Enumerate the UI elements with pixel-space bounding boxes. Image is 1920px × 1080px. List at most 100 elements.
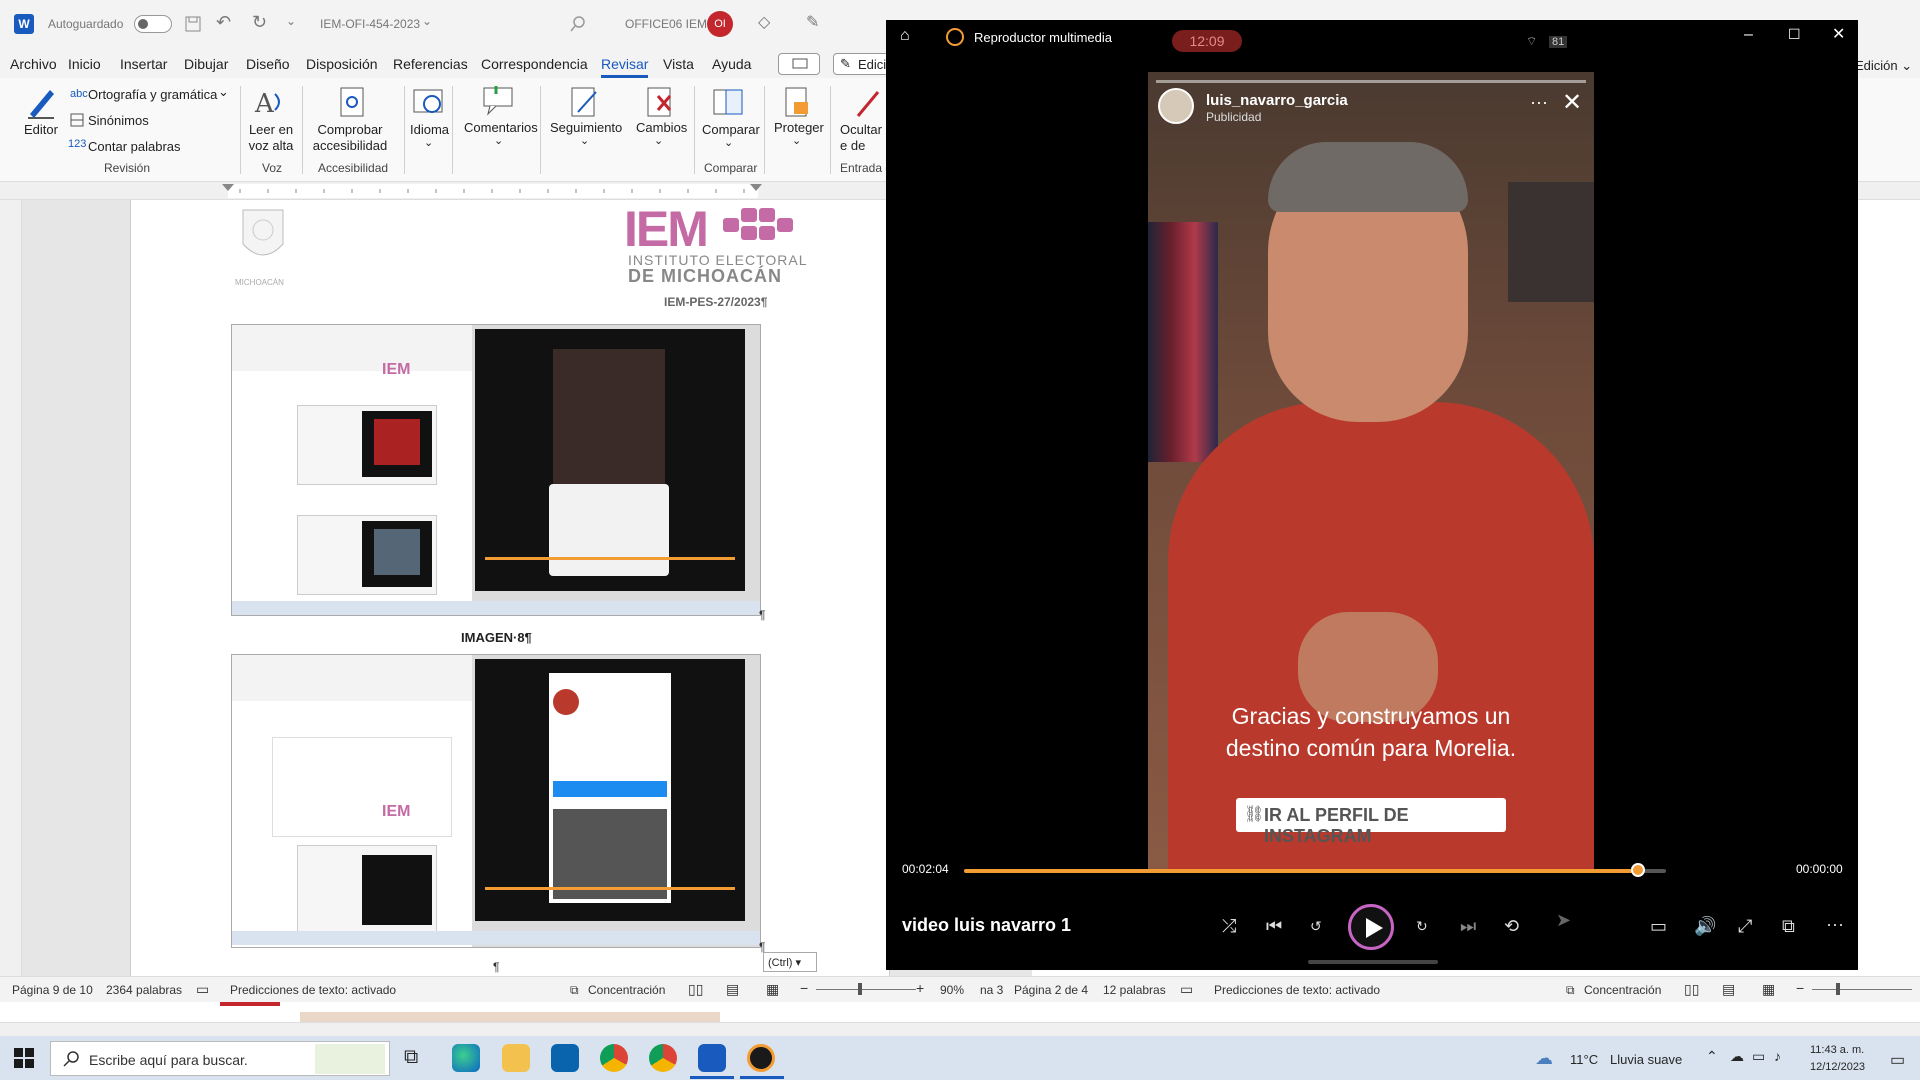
embedded-screenshot-image[interactable]: IEM <box>231 654 761 948</box>
zoom-out-icon[interactable]: − <box>800 980 808 996</box>
forward-30-icon[interactable]: ↻ <box>1416 918 1428 935</box>
notification-icon[interactable]: ▭ <box>1890 1050 1905 1070</box>
horizontal-scrollbar[interactable] <box>0 1022 1920 1036</box>
hide-ink-button[interactable]: Ocultar e de láp <box>840 122 886 156</box>
paste-options-button[interactable]: (Ctrl) ▾ <box>763 952 817 972</box>
comments-group-button[interactable]: Comentarios <box>464 120 538 135</box>
search-icon[interactable] <box>570 16 586 32</box>
compare-dropdown-icon[interactable]: ⌄ <box>724 136 733 149</box>
text-predictions-2[interactable]: Predicciones de texto: activado <box>1214 983 1380 997</box>
clock-time[interactable]: 11:43 a. m. <box>1810 1044 1864 1056</box>
changes-button[interactable]: Cambios <box>636 120 687 135</box>
word-taskbar-icon[interactable] <box>698 1044 726 1072</box>
mail-icon[interactable] <box>551 1044 579 1072</box>
subtitles-icon[interactable]: ▭ <box>1650 916 1667 937</box>
next-icon[interactable]: ⏭ <box>1460 916 1476 937</box>
document-title[interactable]: IEM-OFI-454-2023 <box>320 17 420 31</box>
menu-dibujar[interactable]: Dibujar <box>184 56 228 72</box>
spelling-button[interactable]: Ortografía y gramática <box>88 87 217 102</box>
menu-revisar[interactable]: Revisar <box>601 56 649 78</box>
ig-username[interactable]: luis_navarro_garcia <box>1206 92 1348 109</box>
media-player-taskbar-icon[interactable] <box>747 1044 775 1072</box>
redo-icon[interactable]: ↻ <box>252 12 267 33</box>
menu-archivo[interactable]: Archivo <box>10 56 57 72</box>
diamond-icon[interactable]: ◇ <box>758 12 770 32</box>
zoom-thumb[interactable] <box>858 983 862 995</box>
close-icon[interactable]: ✕ <box>1832 24 1845 44</box>
shuffle-icon[interactable]: ⤮ <box>1222 916 1236 937</box>
vertical-ruler[interactable] <box>0 200 22 980</box>
close-story-icon[interactable]: ✕ <box>1562 88 1582 117</box>
focus-mode-2[interactable]: Concentración <box>1584 983 1661 997</box>
windows-start-icon[interactable] <box>14 1048 34 1068</box>
chrome-icon[interactable] <box>600 1044 628 1072</box>
miniplayer-icon[interactable]: ⧉ <box>1782 916 1795 937</box>
video-frame[interactable]: luis_navarro_garcia Publicidad ··· ✕ Gra… <box>1148 72 1594 872</box>
synonyms-button[interactable]: Sinónimos <box>88 113 149 128</box>
title-chevron-icon[interactable]: ⌄ <box>422 14 432 28</box>
seek-thumb[interactable] <box>1630 863 1645 877</box>
file-explorer-icon[interactable] <box>502 1044 530 1072</box>
minimize-icon[interactable]: – <box>1744 26 1753 44</box>
page-count[interactable]: Página 9 de 10 <box>12 983 93 997</box>
embedded-screenshot-image[interactable]: IEM <box>231 324 761 616</box>
focus-icon[interactable]: ⧉ <box>570 983 579 998</box>
zoom-out-icon[interactable]: − <box>1796 980 1804 996</box>
check-accessibility-button[interactable]: Comprobar accesibilidad <box>310 122 390 154</box>
taskbar-search-box[interactable]: Escribe aquí para buscar. <box>50 1041 390 1076</box>
volume-icon[interactable]: ♪ <box>1774 1048 1781 1064</box>
word-count[interactable]: 2364 palabras <box>106 983 182 997</box>
cast-icon[interactable]: ➤ <box>1556 910 1571 931</box>
editing-mode-right[interactable]: Edición ⌄ <box>1855 58 1912 74</box>
tracking-button[interactable]: Seguimiento <box>550 120 622 135</box>
web-layout-icon[interactable]: ▦ <box>766 981 779 998</box>
network-icon[interactable]: ▭ <box>1752 1048 1765 1065</box>
proofing-icon[interactable]: ▭ <box>196 981 209 998</box>
chevron-up-icon[interactable]: ⌃ <box>1706 1048 1718 1065</box>
comments-dropdown-icon[interactable]: ⌄ <box>494 134 503 147</box>
compare-button[interactable]: Comparar <box>702 122 760 137</box>
comments-button[interactable] <box>778 53 820 75</box>
protect-dropdown-icon[interactable]: ⌄ <box>792 134 801 147</box>
read-mode-icon[interactable]: ▯▯ <box>1684 981 1699 998</box>
avatar[interactable]: OI <box>707 11 733 37</box>
home-icon[interactable]: ⌂ <box>900 27 910 45</box>
menu-correspondencia[interactable]: Correspondencia <box>481 56 588 72</box>
maximize-icon[interactable]: ☐ <box>1788 26 1801 43</box>
volume-icon[interactable]: 🔊 <box>1694 916 1716 937</box>
menu-diseno[interactable]: Diseño <box>246 56 290 72</box>
weather-icon[interactable]: ☁ <box>1535 1048 1553 1069</box>
pen-icon[interactable]: ✎ <box>806 12 819 32</box>
play-button[interactable] <box>1348 904 1394 950</box>
read-aloud-button[interactable]: Leer en voz alta <box>248 122 294 154</box>
edge-icon[interactable] <box>452 1044 480 1072</box>
qat-more-icon[interactable]: ⌄ <box>286 14 296 28</box>
onedrive-icon[interactable]: ☁ <box>1730 1048 1744 1065</box>
save-icon[interactable] <box>185 16 201 32</box>
ig-avatar[interactable] <box>1158 88 1194 124</box>
editor-button[interactable]: Editor <box>24 122 58 137</box>
repeat-icon[interactable]: ⟲ <box>1504 916 1519 937</box>
web-layout-icon[interactable]: ▦ <box>1762 981 1775 998</box>
undo-icon[interactable]: ↶ <box>216 12 231 33</box>
read-mode-icon[interactable]: ▯▯ <box>688 981 703 998</box>
zoom-in-icon[interactable]: + <box>916 980 924 996</box>
menu-disposicion[interactable]: Disposición <box>306 56 378 72</box>
menu-inicio[interactable]: Inicio <box>68 56 101 72</box>
print-layout-icon[interactable]: ▤ <box>726 981 739 998</box>
menu-ayuda[interactable]: Ayuda <box>712 56 751 72</box>
page-count-2[interactable]: Página 2 de 4 <box>1014 983 1088 997</box>
chrome-profile-icon[interactable] <box>649 1044 677 1072</box>
previous-icon[interactable]: ⏮ <box>1266 916 1282 937</box>
weather-temp[interactable]: 11°C <box>1570 1052 1598 1067</box>
rewind-10-icon[interactable]: ↺ <box>1310 918 1322 935</box>
spelling-dropdown-icon[interactable]: ⌄ <box>218 84 229 100</box>
autosave-toggle[interactable] <box>134 15 172 33</box>
language-dropdown-icon[interactable]: ⌄ <box>424 136 433 149</box>
word-count-button[interactable]: Contar palabras <box>88 139 181 154</box>
zoom-slider[interactable] <box>1812 989 1912 990</box>
zoom-level[interactable]: 90% <box>940 983 964 997</box>
menu-referencias[interactable]: Referencias <box>393 56 468 72</box>
fullscreen-icon[interactable]: ⤢ <box>1738 916 1752 937</box>
tracking-dropdown-icon[interactable]: ⌄ <box>580 134 589 147</box>
